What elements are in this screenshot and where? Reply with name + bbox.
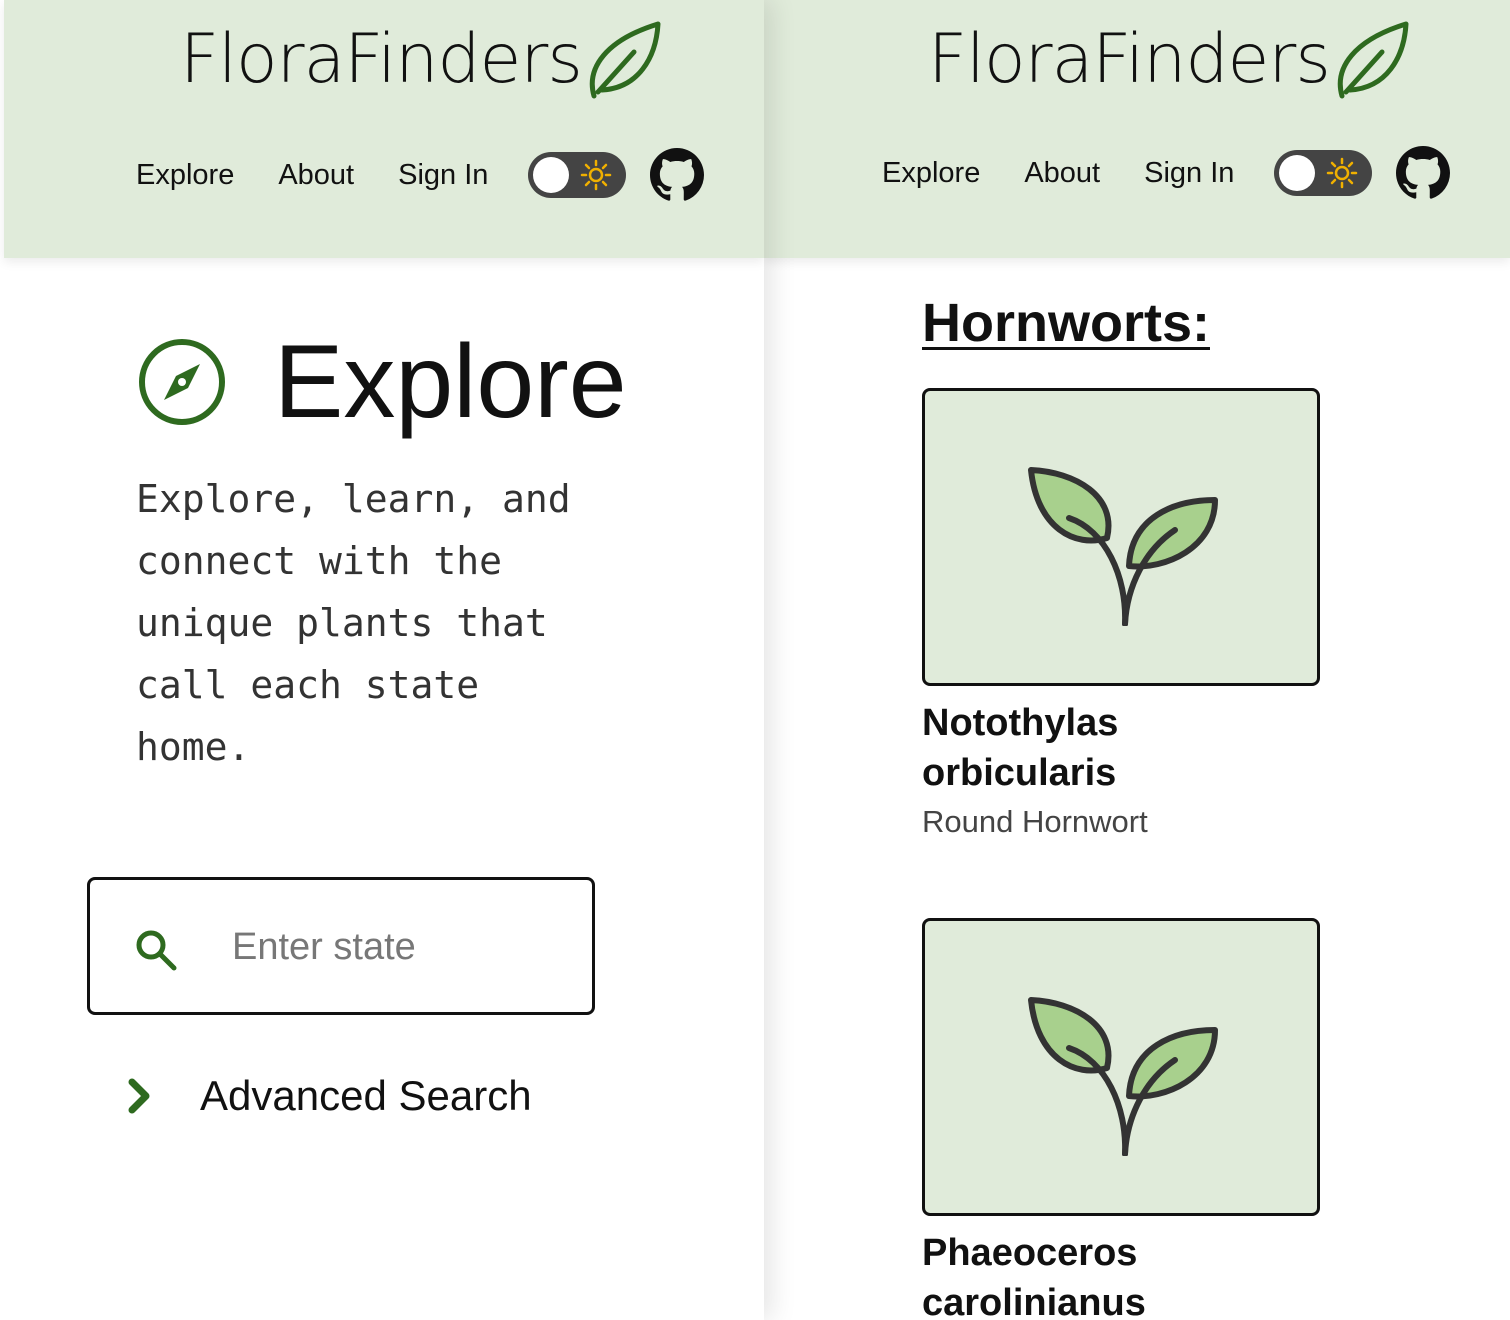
toggle-knob <box>533 157 570 193</box>
sun-icon <box>1327 157 1358 189</box>
plant-common-name: Round Hornwort <box>922 804 1148 839</box>
nav-sign-in-link[interactable]: Sign In <box>1144 157 1234 190</box>
theme-toggle[interactable] <box>528 152 627 198</box>
plant-card-image <box>922 918 1320 1216</box>
nav-explore-link[interactable]: Explore <box>136 159 234 192</box>
advanced-search-label: Advanced Search <box>200 1072 532 1119</box>
search-icon <box>136 930 177 971</box>
github-icon[interactable] <box>650 148 705 202</box>
main-nav: Explore About Sign In <box>136 140 705 210</box>
sprout-icon <box>1028 467 1218 626</box>
main-nav: Explore About Sign In <box>882 138 1451 208</box>
plant-card-image <box>922 388 1320 686</box>
toggle-knob <box>1279 155 1316 191</box>
leaf-icon <box>589 21 661 99</box>
state-search-box[interactable] <box>87 877 595 1015</box>
plant-scientific-name: Notothylas orbicularis <box>922 702 1119 794</box>
state-search-input[interactable] <box>230 916 574 978</box>
page-title: Explore <box>274 324 627 440</box>
sprout-icon <box>1028 997 1218 1156</box>
chevron-right-icon <box>128 1078 150 1114</box>
github-icon[interactable] <box>1396 146 1451 200</box>
plant-scientific-name: Phaeoceros carolinianus <box>922 1232 1146 1320</box>
results-screen: Advanced Search FloraFinders Explore Abo… <box>764 0 1510 1320</box>
brand-logo[interactable]: FloraFinders <box>180 18 664 102</box>
leaf-icon <box>1337 21 1409 99</box>
site-header: FloraFinders Explore About Sign In <box>764 0 1510 258</box>
nav-explore-link[interactable]: Explore <box>882 157 980 190</box>
explore-screen: FloraFinders Explore About Sign In Explo… <box>0 0 764 1320</box>
plant-card[interactable]: Notothylas orbicularis Round Hornwort <box>922 388 1320 840</box>
compass-icon <box>139 339 225 425</box>
advanced-search-toggle[interactable]: Advanced Search <box>126 1072 532 1120</box>
site-header: FloraFinders Explore About Sign In <box>4 0 764 258</box>
theme-toggle[interactable] <box>1274 150 1373 196</box>
sun-icon <box>581 159 612 191</box>
nav-sign-in-link[interactable]: Sign In <box>398 159 488 192</box>
plant-card[interactable]: Phaeoceros carolinianus <box>922 918 1320 1320</box>
nav-about-link[interactable]: About <box>1024 157 1100 190</box>
brand-name: FloraFinders <box>928 20 1331 99</box>
section-title: Hornworts: <box>922 293 1210 353</box>
explore-heading: Explore <box>136 322 627 442</box>
brand-name: FloraFinders <box>180 20 583 99</box>
intro-text: Explore, learn, and connect with the uni… <box>136 477 571 769</box>
nav-about-link[interactable]: About <box>278 159 354 192</box>
brand-logo[interactable]: FloraFinders <box>928 18 1412 102</box>
